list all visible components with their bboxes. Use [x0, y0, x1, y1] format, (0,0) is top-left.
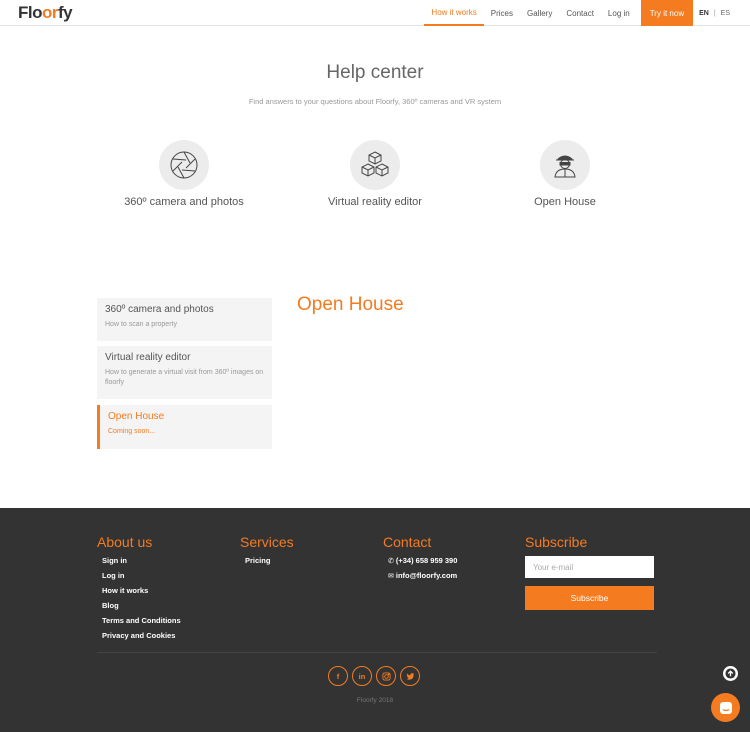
sidebar-item-title: Open House — [108, 411, 165, 422]
sidebar-item-desc: How to generate a virtual visit from 360… — [105, 369, 264, 386]
arrow-up-icon — [725, 668, 736, 679]
top-navbar: Floorfy How it works Prices Gallery Cont… — [0, 0, 750, 26]
lang-en[interactable]: EN — [697, 0, 711, 26]
scroll-top-button[interactable] — [723, 666, 738, 681]
camera-shutter-icon — [159, 140, 209, 190]
subscribe-button[interactable]: Subscribe — [525, 586, 654, 610]
footer-about-title: About us — [97, 534, 153, 550]
footer-services: Services Pricing — [240, 534, 294, 571]
footer-divider — [97, 652, 657, 653]
try-it-now-button[interactable]: Try it now — [640, 0, 694, 26]
footer-link-privacy[interactable]: Privacy and Cookies — [102, 631, 181, 640]
category-vr-editor[interactable]: Virtual reality editor — [285, 140, 465, 208]
footer-link-pricing[interactable]: Pricing — [245, 556, 294, 565]
phone-number: (+34) 658 959 390 — [395, 556, 458, 565]
footer-phone[interactable]: ✆ (+34) 658 959 390 — [388, 556, 457, 565]
chat-icon — [719, 701, 732, 714]
social-links: f in — [328, 666, 420, 686]
twitter-icon[interactable] — [400, 666, 420, 686]
lang-es[interactable]: ES — [719, 0, 732, 26]
agent-icon — [540, 140, 590, 190]
footer-about: About us Sign in Log in How it works Blo… — [97, 534, 181, 646]
footer-contact: Contact ✆ (+34) 658 959 390 ✉ info@floor… — [383, 534, 457, 586]
nav-gallery[interactable]: Gallery — [520, 0, 559, 26]
sidebar-item-title: 360º camera and photos — [105, 304, 214, 315]
envelope-icon: ✉ — [388, 572, 394, 580]
facebook-icon[interactable]: f — [328, 666, 348, 686]
nav-log-in[interactable]: Log in — [601, 0, 637, 26]
phone-icon: ✆ — [388, 557, 394, 565]
footer-subscribe: Subscribe Subscribe — [525, 534, 654, 610]
footer-link-sign-in[interactable]: Sign in — [102, 556, 181, 565]
footer-services-title: Services — [240, 534, 294, 550]
instagram-icon[interactable] — [376, 666, 396, 686]
nav-how-it-works[interactable]: How it works — [424, 0, 484, 26]
floorfy-logo[interactable]: Floorfy — [18, 3, 73, 23]
footer-email[interactable]: ✉ info@floorfy.com — [388, 571, 457, 580]
footer: About us Sign in Log in How it works Blo… — [0, 508, 750, 732]
chat-button[interactable] — [711, 693, 740, 722]
nav-prices[interactable]: Prices — [484, 0, 520, 26]
copyright: Floorfy 2018 — [356, 697, 394, 704]
footer-subscribe-title: Subscribe — [525, 534, 588, 550]
category-label: 360º camera and photos — [124, 196, 244, 208]
email-address: info@floorfy.com — [395, 571, 458, 580]
category-label: Virtual reality editor — [328, 196, 422, 208]
sidebar-item-open-house[interactable]: Open House Coming soon... — [97, 405, 272, 449]
sidebar-item-title: Virtual reality editor — [105, 352, 191, 363]
sidebar-item-camera[interactable]: 360º camera and photos How to scan a pro… — [97, 298, 272, 341]
sidebar-item-vr-editor[interactable]: Virtual reality editor How to generate a… — [97, 346, 272, 399]
lang-separator: | — [713, 9, 716, 17]
footer-link-how-it-works[interactable]: How it works — [102, 586, 181, 595]
footer-contact-title: Contact — [383, 534, 432, 550]
category-camera[interactable]: 360º camera and photos — [94, 140, 274, 208]
main-nav: How it works Prices Gallery Contact Log … — [424, 0, 732, 26]
footer-link-log-in[interactable]: Log in — [102, 571, 181, 580]
footer-link-terms[interactable]: Terms and Conditions — [102, 616, 181, 625]
cubes-icon — [350, 140, 400, 190]
page-subtitle: Find answers to your questions about Flo… — [248, 97, 502, 106]
sidebar-item-desc: How to scan a property — [105, 321, 177, 328]
category-open-house[interactable]: Open House — [475, 140, 655, 208]
page-title: Help center — [326, 62, 424, 83]
nav-contact[interactable]: Contact — [559, 0, 601, 26]
footer-link-blog[interactable]: Blog — [102, 601, 181, 610]
linkedin-icon[interactable]: in — [352, 666, 372, 686]
sidebar-item-desc: Coming soon... — [108, 428, 156, 435]
subscribe-email-input[interactable] — [525, 556, 654, 578]
content-title: Open House — [297, 294, 404, 315]
category-label: Open House — [534, 196, 596, 208]
